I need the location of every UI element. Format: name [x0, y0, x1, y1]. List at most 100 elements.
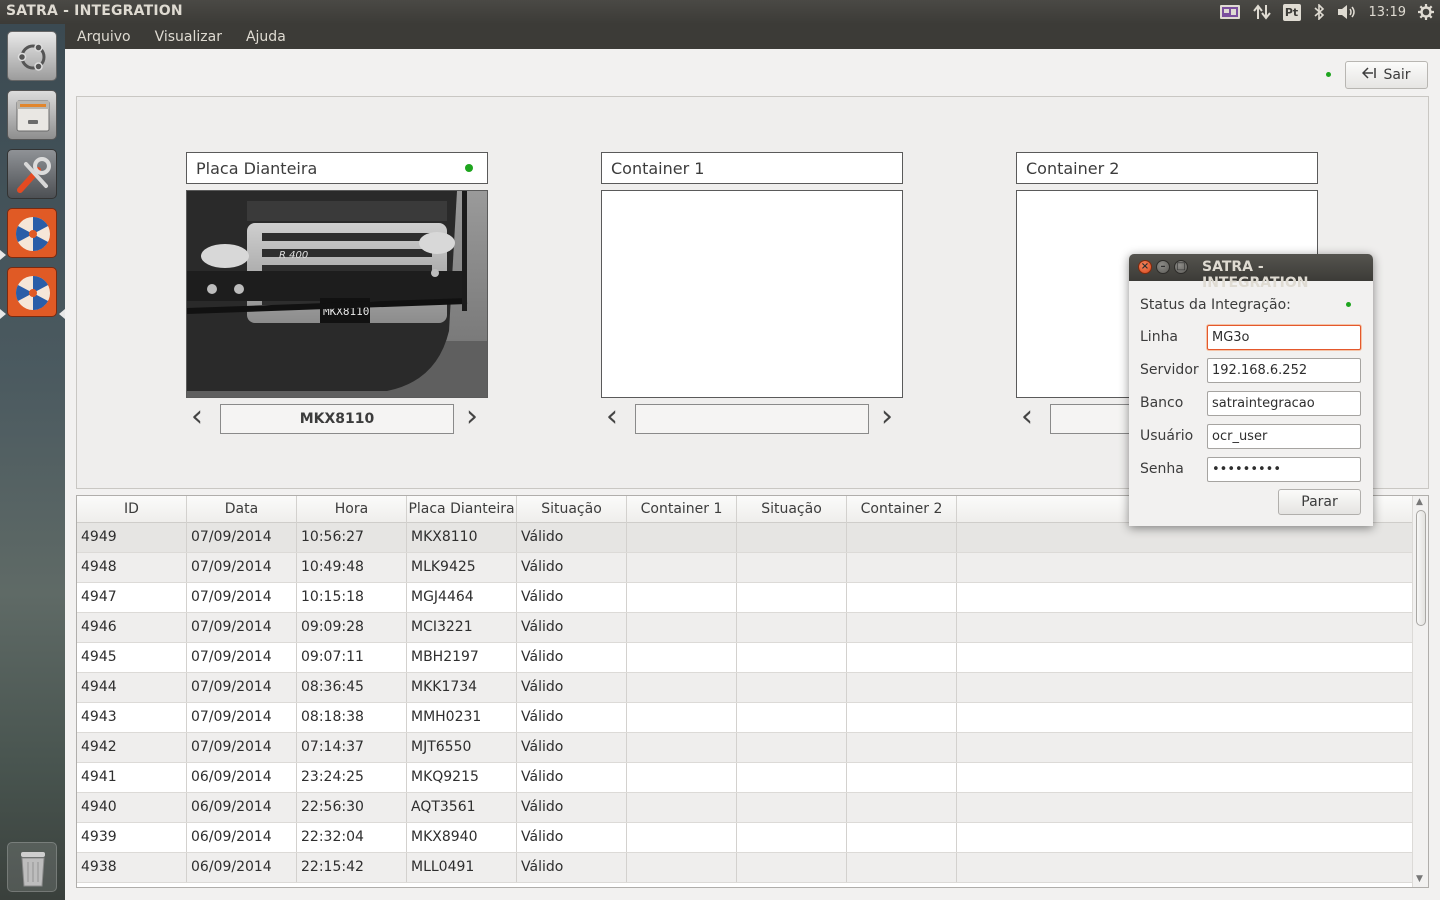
connection-status-dot	[1326, 72, 1331, 77]
cell-container-2	[847, 733, 957, 762]
cell-filler	[957, 553, 1412, 582]
senha-field[interactable]	[1207, 457, 1361, 482]
cell-container-1	[627, 553, 737, 582]
close-icon[interactable]: ×	[1138, 260, 1152, 274]
scroll-down-icon[interactable]: ▼	[1416, 874, 1423, 884]
system-settings-icon[interactable]	[7, 149, 57, 199]
cell-placa: MMH0231	[407, 703, 517, 732]
menu-arquivo[interactable]: Arquivo	[65, 29, 143, 45]
keyboard-layout-indicator[interactable]: Pt	[1282, 3, 1301, 21]
servidor-label: Servidor	[1140, 362, 1199, 378]
next-arrow-icon[interactable]: ›	[466, 402, 484, 432]
column-header-hora[interactable]: Hora	[297, 496, 407, 523]
table-row[interactable]: 4945 07/09/2014 09:07:11 MBH2197 Válido	[77, 643, 1412, 673]
previous-arrow-icon[interactable]: ‹	[1021, 402, 1039, 432]
cell-data: 07/09/2014	[187, 523, 297, 552]
ubuntu-dash-icon[interactable]	[7, 31, 57, 81]
column-header-container-1[interactable]: Container 1	[627, 496, 737, 523]
table-row[interactable]: 4941 06/09/2014 23:24:25 MKQ9215 Válido	[77, 763, 1412, 793]
satra-app-icon[interactable]	[7, 208, 57, 258]
scroll-up-icon[interactable]: ▲	[1416, 497, 1423, 507]
cell-container-1	[627, 583, 737, 612]
cell-situacao: Válido	[517, 643, 627, 672]
cell-situacao: Válido	[517, 763, 627, 792]
plate-display	[635, 404, 869, 434]
table-row[interactable]: 4946 07/09/2014 09:09:28 MCI3221 Válido	[77, 613, 1412, 643]
table-row[interactable]: 4948 07/09/2014 10:49:48 MLK9425 Válido	[77, 553, 1412, 583]
trash-icon[interactable]	[7, 842, 57, 892]
menu-visualizar[interactable]: Visualizar	[143, 29, 234, 45]
linha-field[interactable]	[1207, 325, 1361, 350]
table-row[interactable]: 4942 07/09/2014 07:14:37 MJT6550 Válido	[77, 733, 1412, 763]
display-icon[interactable]	[1219, 3, 1241, 21]
banco-field[interactable]	[1207, 391, 1361, 416]
cell-situacao: Válido	[517, 583, 627, 612]
cell-situacao: Válido	[517, 703, 627, 732]
cell-data: 07/09/2014	[187, 553, 297, 582]
bluetooth-icon[interactable]	[1313, 3, 1325, 21]
cell-situacao-2	[737, 523, 847, 552]
cell-filler	[957, 853, 1412, 882]
table-row[interactable]: 4943 07/09/2014 08:18:38 MMH0231 Válido	[77, 703, 1412, 733]
next-arrow-icon[interactable]: ›	[881, 402, 899, 432]
cell-filler	[957, 823, 1412, 852]
cell-container-1	[627, 823, 737, 852]
previous-arrow-icon[interactable]: ‹	[606, 402, 624, 432]
cell-id: 4948	[77, 553, 187, 582]
column-header-situacao-2[interactable]: Situação	[737, 496, 847, 523]
column-header-placa-dianteira[interactable]: Placa Dianteira	[407, 496, 517, 523]
integration-status-dot	[1346, 302, 1351, 307]
cell-situacao: Válido	[517, 733, 627, 762]
cell-hora: 23:24:25	[297, 763, 407, 792]
gear-icon[interactable]	[1418, 3, 1434, 21]
cell-hora: 10:49:48	[297, 553, 407, 582]
cell-filler	[957, 793, 1412, 822]
menu-ajuda[interactable]: Ajuda	[234, 29, 298, 45]
column-header-id[interactable]: ID	[77, 496, 187, 523]
cell-hora: 22:15:42	[297, 853, 407, 882]
column-header-situacao[interactable]: Situação	[517, 496, 627, 523]
minimize-icon[interactable]: –	[1156, 260, 1170, 274]
cell-container-2	[847, 523, 957, 552]
sair-button[interactable]: Sair	[1345, 61, 1428, 89]
camera-title-container-2: Container 2	[1016, 152, 1318, 184]
usuario-field[interactable]	[1207, 424, 1361, 449]
clock[interactable]: 13:19	[1369, 3, 1406, 21]
cell-id: 4949	[77, 523, 187, 552]
parar-button[interactable]: Parar	[1278, 489, 1361, 515]
running-indicator	[0, 309, 6, 319]
cell-data: 07/09/2014	[187, 673, 297, 702]
servidor-field[interactable]	[1207, 358, 1361, 383]
cell-hora: 08:36:45	[297, 673, 407, 702]
table-row[interactable]: 4940 06/09/2014 22:56:30 AQT3561 Válido	[77, 793, 1412, 823]
dialog-title: SATRA - INTEGRATION	[1202, 259, 1309, 291]
maximize-icon[interactable]: □	[1174, 260, 1188, 274]
cell-placa: MKQ9215	[407, 763, 517, 792]
cell-data: 06/09/2014	[187, 763, 297, 792]
column-header-container-2[interactable]: Container 2	[847, 496, 957, 523]
volume-icon[interactable]	[1337, 3, 1357, 21]
cell-container-1	[627, 613, 737, 642]
files-icon[interactable]	[7, 90, 57, 140]
scrollbar-thumb[interactable]	[1416, 510, 1426, 626]
table-row[interactable]: 4949 07/09/2014 10:56:27 MKX8110 Válido	[77, 523, 1412, 553]
table-row[interactable]: 4944 07/09/2014 08:36:45 MKK1734 Válido	[77, 673, 1412, 703]
cell-placa: MCI3221	[407, 613, 517, 642]
cell-placa: MKK1734	[407, 673, 517, 702]
previous-arrow-icon[interactable]: ‹	[191, 402, 209, 432]
cell-situacao-2	[737, 613, 847, 642]
cell-data: 06/09/2014	[187, 853, 297, 882]
network-arrows-icon[interactable]	[1252, 3, 1271, 21]
vertical-scrollbar[interactable]: ▲ ▼	[1412, 496, 1428, 887]
cell-filler	[957, 673, 1412, 702]
table-row[interactable]: 4938 06/09/2014 22:15:42 MLL0491 Válido	[77, 853, 1412, 883]
window-title: SATRA - INTEGRATION	[6, 3, 183, 19]
cell-hora: 07:14:37	[297, 733, 407, 762]
table-row[interactable]: 4947 07/09/2014 10:15:18 MGJ4464 Válido	[77, 583, 1412, 613]
cell-data: 07/09/2014	[187, 733, 297, 762]
camera-title-label: Container 1	[611, 159, 705, 178]
satra-app-icon[interactable]	[7, 267, 57, 317]
table-row[interactable]: 4939 06/09/2014 22:32:04 MKX8940 Válido	[77, 823, 1412, 853]
column-header-data[interactable]: Data	[187, 496, 297, 523]
cell-hora: 09:07:11	[297, 643, 407, 672]
